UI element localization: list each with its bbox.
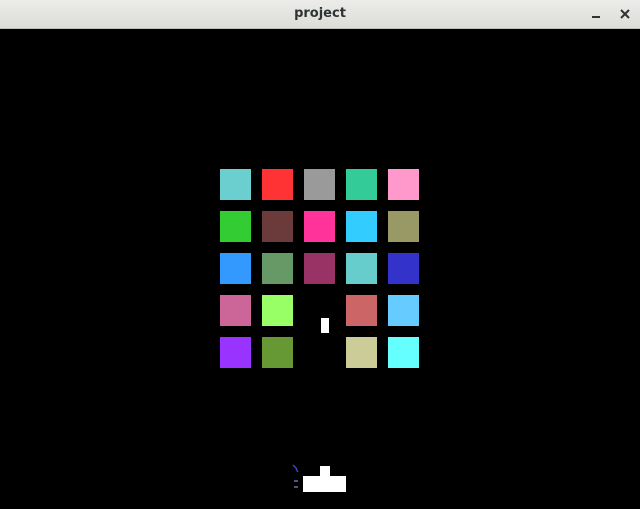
brick-r3-c4 [346,253,377,284]
brick-r2-c1 [220,211,251,242]
brick-r5-c4 [346,337,377,368]
brick-r2-c3 [304,211,335,242]
brick-r3-c2 [262,253,293,284]
brick-r2-c2 [262,211,293,242]
brick-r2-c5 [388,211,419,242]
game-canvas[interactable] [0,29,640,509]
brick-r2-c4 [346,211,377,242]
brick-r4-c1 [220,295,251,326]
brick-r1-c2 [262,169,293,200]
minimize-icon [592,16,600,18]
brick-r5-c5 [388,337,419,368]
brick-r4-c5 [388,295,419,326]
brick-r1-c3 [304,169,335,200]
close-icon [620,9,630,19]
paddle[interactable] [303,476,346,492]
close-button[interactable] [616,5,634,23]
window-title: project [294,6,346,21]
brick-r1-c5 [388,169,419,200]
brick-r1-c4 [346,169,377,200]
brick-r3-c5 [388,253,419,284]
game-window: project [0,0,640,509]
minimize-button[interactable] [587,5,605,23]
brick-r5-c2 [262,337,293,368]
brick-r1-c1 [220,169,251,200]
brick-r3-c3 [304,253,335,284]
title-bar[interactable]: project [0,0,640,29]
brick-r4-c4 [346,295,377,326]
ball [321,318,329,333]
brick-r5-c1 [220,337,251,368]
mouse-cursor-icon [292,464,299,488]
brick-r4-c2 [262,295,293,326]
brick-r3-c1 [220,253,251,284]
paddle-top [320,466,330,476]
